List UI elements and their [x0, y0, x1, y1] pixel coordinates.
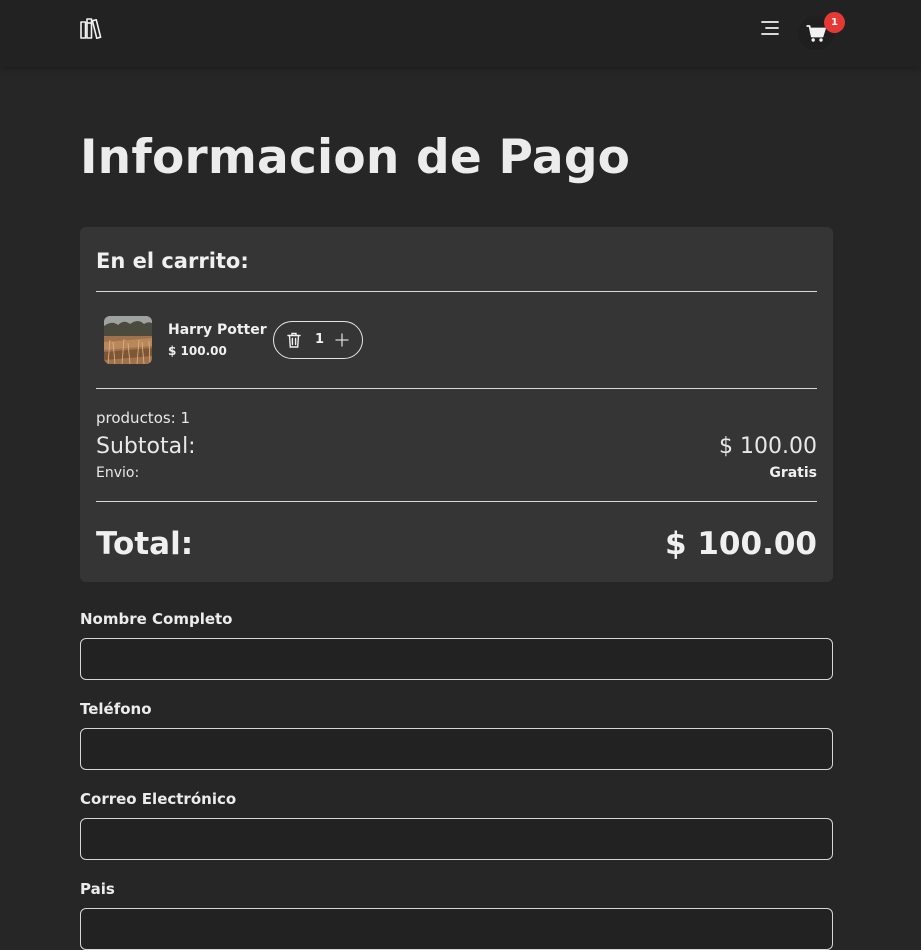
- subtotal-label: Subtotal:: [96, 434, 196, 459]
- total-label: Total:: [96, 526, 194, 562]
- country-input[interactable]: [80, 908, 833, 950]
- cart-summary-card: En el carrito: Harry Potter $ 100.00 1 p…: [80, 227, 833, 582]
- divider: [96, 388, 817, 389]
- email-input[interactable]: [80, 818, 833, 860]
- product-thumbnail[interactable]: [104, 316, 152, 364]
- divider: [96, 291, 817, 292]
- books-icon[interactable]: [80, 17, 104, 40]
- full-name-input[interactable]: [80, 638, 833, 680]
- quantity-value: 1: [315, 332, 325, 347]
- email-label: Correo Electrónico: [80, 790, 237, 808]
- country-label: Pais: [80, 880, 115, 898]
- cart-heading: En el carrito:: [96, 249, 249, 273]
- subtotal-value: $ 100.00: [719, 434, 817, 459]
- product-name[interactable]: Harry Potter: [168, 321, 267, 339]
- product-count: productos: 1: [96, 409, 191, 427]
- page-title: Informacion de Pago: [80, 130, 631, 185]
- shopping-cart-icon: [806, 25, 826, 42]
- shipping-label: Envio:: [96, 465, 140, 481]
- divider: [96, 501, 817, 502]
- cart-count-badge: 1: [824, 12, 845, 33]
- phone-label: Teléfono: [80, 700, 152, 718]
- top-navbar: 1: [0, 0, 921, 67]
- menu-icon[interactable]: [759, 18, 781, 38]
- quantity-stepper: 1: [273, 321, 363, 359]
- trash-icon[interactable]: [287, 332, 301, 352]
- phone-input[interactable]: [80, 728, 833, 770]
- product-price: $ 100.00: [168, 344, 227, 358]
- total-value: $ 100.00: [665, 526, 817, 562]
- full-name-label: Nombre Completo: [80, 610, 233, 628]
- plus-icon[interactable]: [335, 332, 349, 351]
- shipping-value: Gratis: [769, 465, 817, 481]
